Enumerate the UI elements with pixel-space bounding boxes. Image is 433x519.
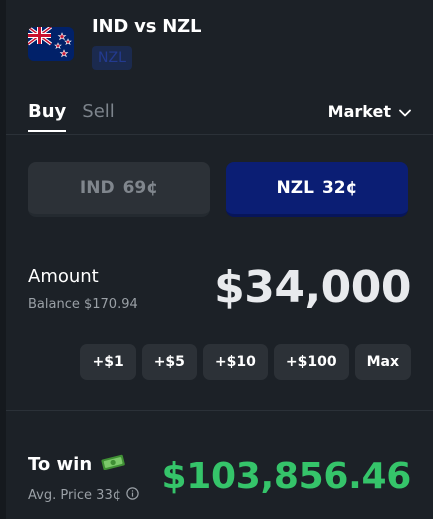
to-win-label: To win [28, 454, 93, 475]
add-1-button[interactable]: +$1 [80, 344, 136, 380]
outcome-price: 32¢ [321, 178, 358, 198]
amount-divider [6, 410, 433, 411]
outcome-badge: NZL [92, 46, 132, 70]
new-zealand-flag-icon [28, 27, 74, 61]
max-button[interactable]: Max [354, 344, 411, 380]
tab-sell[interactable]: Sell [82, 100, 115, 132]
outcome-name: NZL [276, 178, 314, 198]
outcome-name: IND [79, 178, 115, 198]
trade-tabs: Buy Sell [28, 100, 115, 132]
outcome-button-ind[interactable]: IND 69¢ [28, 162, 210, 217]
add-5-button[interactable]: +$5 [141, 344, 197, 380]
chevron-down-icon [399, 102, 411, 121]
avg-price: Avg. Price 33¢ [28, 487, 139, 504]
order-type-dropdown[interactable]: Market [328, 102, 411, 121]
outcome-price: 69¢ [122, 178, 159, 198]
info-icon[interactable] [126, 487, 139, 504]
tab-buy[interactable]: Buy [28, 100, 67, 132]
trade-panel: IND vs NZL NZL Buy Sell Market IND 69¢ N… [6, 0, 433, 519]
to-win-heading: To win [28, 454, 126, 475]
amount-input[interactable]: $34,000 [214, 262, 411, 313]
market-title: IND vs NZL [92, 16, 202, 37]
to-win-value: $103,856.46 [161, 456, 412, 497]
amount-label: Amount [28, 266, 99, 287]
add-100-button[interactable]: +$100 [273, 344, 349, 380]
quick-add-buttons: +$1 +$5 +$10 +$100 Max [80, 344, 411, 380]
add-10-button[interactable]: +$10 [202, 344, 268, 380]
money-icon [100, 454, 126, 475]
market-header: IND vs NZL NZL [28, 14, 201, 70]
outcome-button-nzl[interactable]: NZL 32¢ [226, 162, 408, 217]
order-type-label: Market [327, 102, 391, 121]
tabs-divider [6, 134, 433, 135]
avg-price-text: Avg. Price 33¢ [28, 488, 121, 503]
balance-text: Balance $170.94 [28, 297, 138, 312]
